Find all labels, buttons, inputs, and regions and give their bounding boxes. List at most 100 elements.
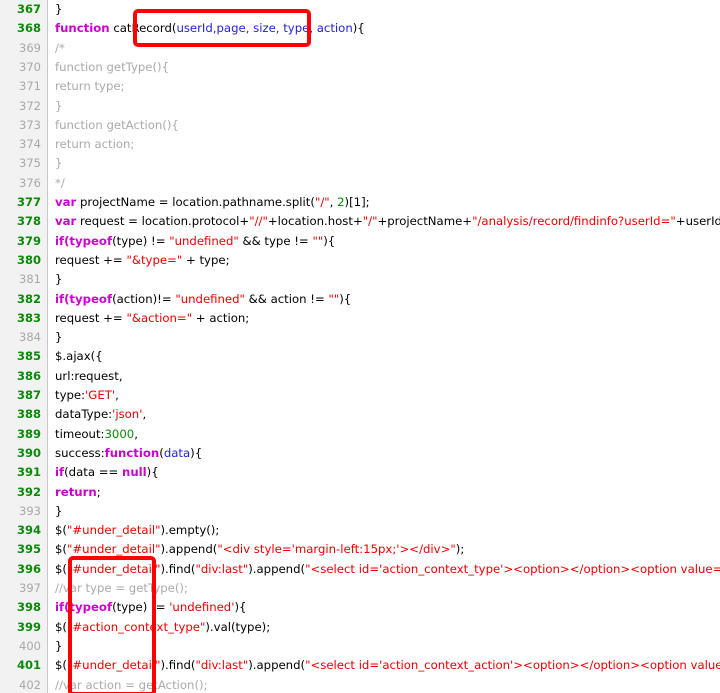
code-token: type:	[55, 388, 86, 402]
code-line[interactable]: 368 function catRecord(userId,page, size,…	[0, 19, 720, 39]
code-line-text[interactable]: }	[48, 0, 720, 19]
code-token: function	[55, 21, 110, 36]
code-line-text[interactable]: if(typeof(action)!= "undefined" && actio…	[48, 290, 720, 309]
code-line[interactable]: 385 $.ajax({	[0, 347, 720, 367]
code-line-text[interactable]: if(typeof(type) != 'undefined'){	[48, 598, 720, 617]
code-line-text[interactable]: $.ajax({	[48, 347, 720, 366]
code-line[interactable]: 381}	[0, 270, 720, 290]
code-line-text[interactable]: //var type = getType();	[48, 579, 720, 598]
code-line[interactable]: 394 $("#under_detail").empty();	[0, 521, 720, 541]
code-line-text[interactable]: $("#under_detail").find("div:last").appe…	[48, 656, 720, 675]
code-line-text[interactable]: }	[48, 154, 720, 173]
code-token: ).append(	[160, 542, 218, 557]
code-line[interactable]: 369 /*	[0, 38, 720, 58]
code-line[interactable]: 395 $("#under_detail").append("<div styl…	[0, 540, 720, 560]
code-line-text[interactable]: //var action = getAction();	[48, 676, 720, 693]
line-number: 373	[0, 115, 41, 136]
code-token: }	[55, 638, 63, 653]
code-line[interactable]: 388 dataType:'json',	[0, 405, 720, 425]
line-number: 385	[0, 347, 41, 367]
code-line[interactable]: 371 return type;	[0, 77, 720, 97]
code-line-text[interactable]: $("#under_detail").find("div:last").appe…	[48, 560, 720, 579]
code-token: 'json'	[112, 407, 143, 422]
code-line[interactable]: 391 if(data == null){	[0, 463, 720, 483]
code-line[interactable]: 377 var projectName = location.pathname.s…	[0, 193, 720, 213]
line-number: 377	[0, 193, 41, 213]
line-number: 368	[0, 19, 41, 39]
code-line[interactable]: 380 request += "&type=" + type;	[0, 250, 720, 271]
code-line-text[interactable]: return type;	[48, 77, 720, 96]
code-line-text[interactable]: $("#under_detail").empty();	[48, 521, 720, 540]
code-line[interactable]: 390 success:function(data){	[0, 443, 720, 464]
code-token: ).append(	[248, 561, 306, 576]
code-line[interactable]: 384}	[0, 328, 720, 348]
code-line-text[interactable]: return action;	[48, 135, 720, 154]
code-line-text[interactable]: $("#action_context_type").val(type);	[48, 618, 720, 637]
code-line-text[interactable]: $("#under_detail").append("<div style='m…	[48, 540, 720, 559]
code-token: return type;	[55, 79, 125, 94]
code-line[interactable]: 393 }	[0, 501, 720, 522]
code-line-text[interactable]: type:'GET',	[48, 386, 720, 405]
code-line[interactable]: 389 timeout:3000,	[0, 424, 720, 444]
code-line[interactable]: 379 if(typeof(type) != "undefined" && typ…	[0, 231, 720, 251]
code-line-text[interactable]: request += "&type=" + type;	[48, 251, 720, 270]
code-line[interactable]: 373 function getAction(){	[0, 115, 720, 136]
code-line[interactable]: 370 function getType(){	[0, 57, 720, 78]
code-token: userId,page, size, type, action	[176, 21, 353, 36]
code-line-text[interactable]: }	[48, 637, 720, 656]
code-line-text[interactable]: var request = location.protocol+"//"+loc…	[48, 212, 720, 231]
code-line-text[interactable]: url:request,	[48, 367, 720, 386]
line-number: 401	[0, 656, 41, 676]
code-line[interactable]: 386 url:request,	[0, 366, 720, 386]
code-line[interactable]: 402 //var action = getAction();	[0, 675, 720, 693]
code-token: ).empty();	[160, 523, 220, 538]
code-token: +projectName+	[377, 214, 473, 229]
code-line[interactable]: 397 //var type = getType();	[0, 579, 720, 599]
code-line[interactable]: 392 return;	[0, 482, 720, 502]
code-line[interactable]: 398 if(typeof(type) != 'undefined'){	[0, 598, 720, 618]
code-line[interactable]: 382 if(typeof(action)!= "undefined" && ac…	[0, 289, 720, 309]
line-number: 380	[0, 250, 41, 271]
code-line-text[interactable]: function getAction(){	[48, 116, 720, 135]
code-line-text[interactable]: request += "&action=" + action;	[48, 309, 720, 328]
code-line-text[interactable]: dataType:'json',	[48, 405, 720, 424]
code-line[interactable]: 401 $("#under_detail").find("div:last").…	[0, 656, 720, 676]
code-line[interactable]: 375 }	[0, 154, 720, 174]
code-token: }	[55, 330, 63, 345]
code-line-text[interactable]: */	[48, 174, 720, 193]
code-line-text[interactable]: timeout:3000,	[48, 425, 720, 444]
code-line[interactable]: 400 }	[0, 636, 720, 657]
code-line-text[interactable]: /*	[48, 39, 720, 58]
code-line[interactable]: 396 $("#under_detail").find("div:last").…	[0, 559, 720, 579]
code-line-text[interactable]: if(data == null){	[48, 463, 720, 482]
code-line-text[interactable]: }	[48, 328, 720, 347]
code-line-text[interactable]: }	[48, 270, 720, 289]
code-line-text[interactable]: success:function(data){	[48, 444, 720, 463]
code-line[interactable]: 374 return action;	[0, 135, 720, 155]
code-token: if	[55, 291, 65, 306]
code-token: data	[163, 445, 191, 460]
code-line-text[interactable]: }	[48, 502, 720, 521]
code-line-text[interactable]: if(typeof(type) != "undefined" && type !…	[48, 232, 720, 251]
code-token: "//"	[249, 214, 268, 229]
code-line-text[interactable]: }	[48, 97, 720, 116]
code-editor-view[interactable]: 367} 368 function catRecord(userId,page, s…	[0, 0, 720, 693]
line-number: 396	[0, 559, 41, 579]
line-number: 391	[0, 463, 41, 483]
code-token: */	[55, 175, 65, 190]
code-line[interactable]: 399 $("#action_context_type").val(type);	[0, 617, 720, 637]
code-line[interactable]: 376 */	[0, 173, 720, 193]
code-line-text[interactable]: var projectName = location.pathname.spli…	[48, 193, 720, 212]
line-number: 388	[0, 405, 41, 425]
code-line-text[interactable]: function getType(){	[48, 58, 720, 77]
code-token: "&type="	[126, 252, 183, 267]
code-line[interactable]: 372 }	[0, 96, 720, 116]
code-line[interactable]: 378 var request = location.protocol+"//"+…	[0, 212, 720, 232]
code-line[interactable]: 387 type:'GET',	[0, 386, 720, 406]
code-token: dataType:	[55, 407, 113, 422]
code-line-text[interactable]: return;	[48, 483, 720, 502]
code-line-text[interactable]: function catRecord(userId,page, size, ty…	[48, 19, 720, 38]
code-token: ){	[352, 21, 365, 36]
code-line[interactable]: 383 request += "&action=" + action;	[0, 308, 720, 329]
code-line[interactable]: 367}	[0, 0, 720, 20]
